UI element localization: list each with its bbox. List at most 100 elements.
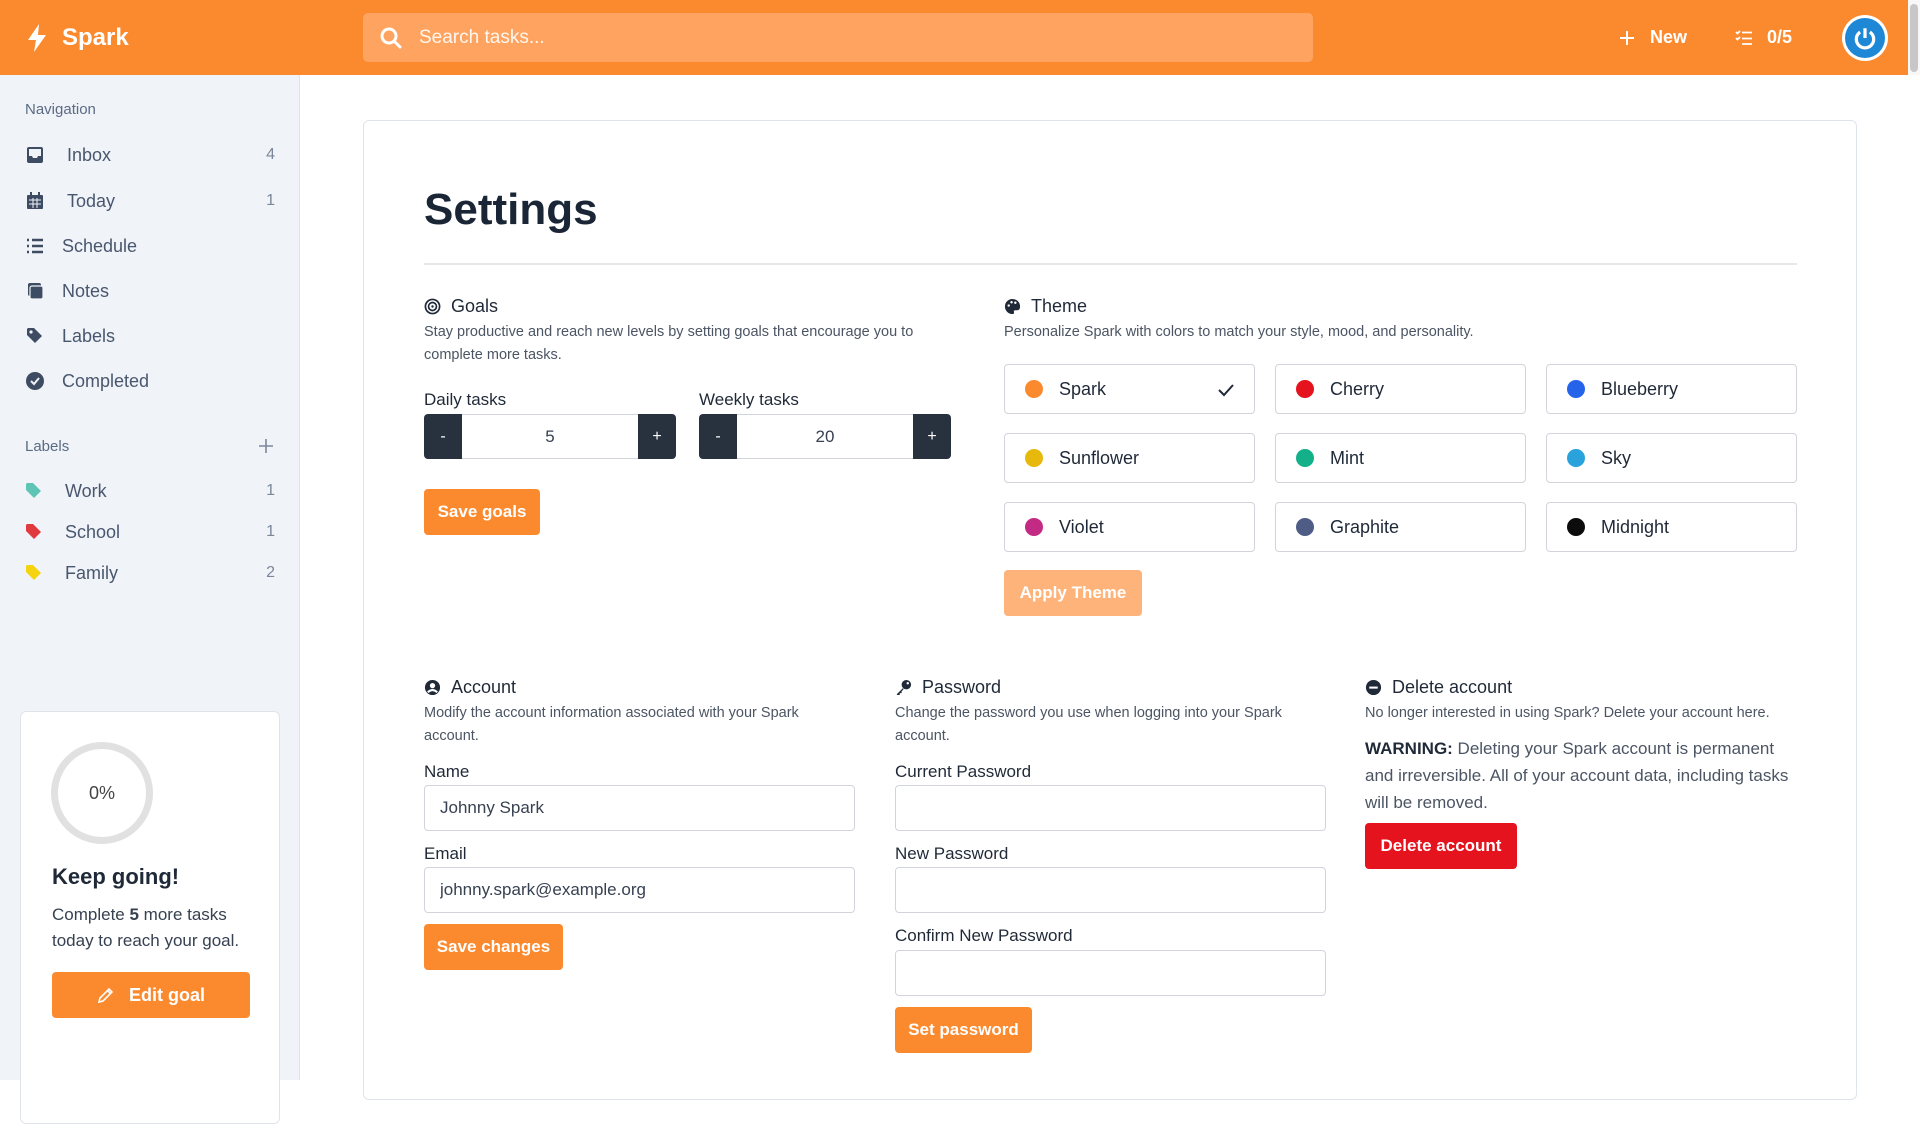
confirm-password-label: Confirm New Password [895, 926, 1073, 945]
sidebar-item-today[interactable]: Today 1 [25, 185, 275, 217]
key-icon [896, 679, 912, 696]
goals-description: Stay productive and reach new levels by … [424, 324, 914, 363]
notes-icon [28, 283, 44, 300]
power-icon [1845, 17, 1885, 58]
color-swatch [1025, 380, 1043, 398]
add-label-icon[interactable] [257, 437, 275, 455]
app-name: Spark [62, 23, 129, 51]
sidebar-label-count: 1 [266, 482, 275, 499]
set-password-button[interactable]: Set password [895, 1007, 1032, 1053]
top-actions: New 0/5 [1618, 0, 1920, 75]
delete-warning: WARNING: Deleting your Spark account is … [1365, 739, 1789, 812]
weekly-tasks-stepper: - + [699, 414, 951, 459]
theme-option-sky[interactable]: Sky [1546, 433, 1797, 483]
tag-icon [26, 565, 41, 580]
scrollbar[interactable] [1908, 0, 1920, 75]
progress-button[interactable]: 0/5 [1735, 27, 1792, 48]
sidebar-item-label: Labels [62, 325, 116, 346]
tag-icon [26, 524, 41, 539]
theme-option-spark[interactable]: Spark [1004, 364, 1255, 414]
sidebar-item-count: 4 [266, 146, 275, 163]
theme-option-graphite[interactable]: Graphite [1275, 502, 1526, 552]
sidebar-label-name: Family [65, 562, 118, 583]
daily-increment-button[interactable]: + [638, 414, 676, 459]
theme-heading: Theme [1004, 296, 1087, 317]
sidebar: Navigation Inbox 4 Today 1 Schedule Note… [0, 75, 300, 1124]
edit-goal-button[interactable]: Edit goal [52, 972, 250, 1018]
tag-icon [26, 483, 41, 498]
color-swatch [1567, 518, 1585, 536]
theme-option-cherry[interactable]: Cherry [1275, 364, 1526, 414]
avatar[interactable] [1842, 14, 1888, 61]
sidebar-item-count: 1 [266, 192, 275, 209]
palette-icon [1004, 298, 1021, 315]
new-task-button[interactable]: New [1618, 27, 1687, 48]
calendar-icon [27, 192, 43, 209]
sidebar-label-school[interactable]: School 1 [25, 516, 275, 548]
sidebar-item-label: Today [67, 190, 116, 211]
sidebar-label-work[interactable]: Work 1 [25, 475, 275, 507]
color-swatch [1567, 449, 1585, 467]
brand[interactable]: Spark [26, 23, 363, 52]
color-swatch [1296, 380, 1314, 398]
theme-option-blueberry[interactable]: Blueberry [1546, 364, 1797, 414]
sidebar-item-completed[interactable]: Completed [25, 365, 275, 397]
sidebar-item-inbox[interactable]: Inbox 4 [25, 139, 275, 171]
daily-tasks-input[interactable] [462, 414, 638, 459]
sidebar-item-notes[interactable]: Notes [25, 275, 275, 307]
nav-heading: Navigation [25, 101, 96, 118]
new-label: New [1649, 27, 1687, 47]
email-field[interactable] [424, 867, 855, 913]
name-field[interactable] [424, 785, 855, 831]
email-label: Email [424, 844, 467, 863]
theme-option-mint[interactable]: Mint [1275, 433, 1526, 483]
sidebar-item-label: Completed [62, 370, 150, 391]
goals-heading: Goals [424, 296, 498, 317]
sidebar-item-labels[interactable]: Labels [25, 320, 275, 352]
search-input[interactable] [419, 26, 1299, 49]
name-label: Name [424, 762, 470, 781]
delete-account-button[interactable]: Delete account [1365, 823, 1517, 869]
sidebar-label-family[interactable]: Family 2 [25, 557, 275, 589]
new-password-field[interactable] [895, 867, 1326, 913]
color-swatch [1296, 449, 1314, 467]
goal-remaining: 5 [129, 905, 139, 924]
new-password-label: New Password [895, 844, 1009, 863]
theme-option-sunflower[interactable]: Sunflower [1004, 433, 1255, 483]
daily-tasks-stepper: - + [424, 414, 676, 459]
goal-card: 0% Keep going! Complete 5 more tasks tod… [20, 711, 280, 1124]
save-goals-button[interactable]: Save goals [424, 489, 540, 535]
password-heading: Password [895, 677, 1001, 698]
goal-percent: 0% [88, 782, 115, 803]
goal-text: Complete 5 more tasks today to reach you… [52, 905, 240, 950]
confirm-password-field[interactable] [895, 950, 1326, 996]
save-changes-button[interactable]: Save changes [424, 924, 563, 970]
minus-circle-icon [1365, 679, 1382, 696]
current-password-label: Current Password [895, 762, 1032, 781]
current-password-field[interactable] [895, 785, 1326, 831]
weekly-increment-button[interactable]: + [913, 414, 951, 459]
password-description: Change the password you use when logging… [895, 705, 1282, 744]
task-list-icon [1735, 29, 1752, 45]
theme-option-midnight[interactable]: Midnight [1546, 502, 1797, 552]
apply-theme-button[interactable]: Apply Theme [1004, 570, 1142, 616]
weekly-decrement-button[interactable]: - [699, 414, 737, 459]
daily-decrement-button[interactable]: - [424, 414, 462, 459]
pencil-icon [97, 987, 114, 1004]
sidebar-item-schedule[interactable]: Schedule [25, 230, 275, 262]
weekly-tasks-input[interactable] [737, 414, 913, 459]
theme-option-violet[interactable]: Violet [1004, 502, 1255, 552]
color-swatch [1296, 518, 1314, 536]
tags-icon [27, 328, 42, 343]
sidebar-label-count: 2 [266, 564, 275, 581]
color-swatch [1025, 518, 1043, 536]
delete-account-heading: Delete account [1365, 677, 1512, 698]
check-circle-icon [26, 372, 44, 390]
sidebar-label-count: 1 [266, 523, 275, 540]
edit-goal-label: Edit goal [129, 984, 205, 1005]
weekly-tasks-label: Weekly tasks [699, 390, 799, 409]
color-swatch [1025, 449, 1043, 467]
scrollbar-thumb[interactable] [1910, 4, 1918, 72]
plus-icon [1619, 30, 1634, 45]
goal-title: Keep going! [52, 864, 180, 889]
